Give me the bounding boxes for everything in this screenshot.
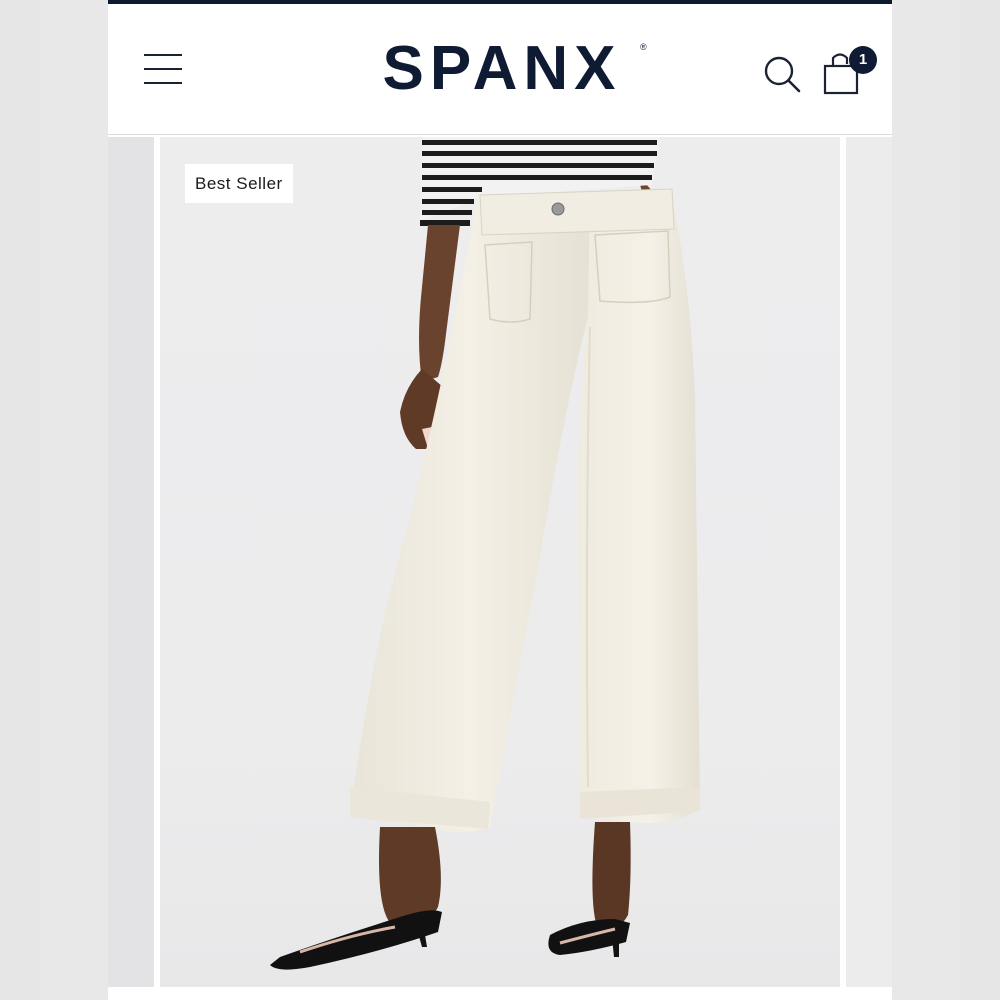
cart-count-badge: 1 — [849, 46, 877, 74]
hamburger-menu-icon[interactable] — [144, 54, 182, 84]
shopping-bag-icon[interactable]: 1 — [822, 44, 877, 96]
page-background: SPANX ® 1 Best Seller — [0, 0, 1000, 1000]
brand-logo[interactable]: SPANX — [352, 34, 652, 104]
previous-slide-peek[interactable] — [108, 137, 154, 987]
product-image[interactable]: Best Seller — [160, 137, 840, 987]
mobile-page: SPANX ® 1 Best Seller — [108, 0, 892, 1000]
site-header: SPANX ® 1 — [108, 4, 892, 135]
next-slide-peek[interactable] — [846, 137, 892, 987]
search-icon[interactable] — [762, 54, 802, 94]
best-seller-badge: Best Seller — [185, 164, 293, 203]
product-photo — [270, 137, 700, 970]
registered-mark: ® — [640, 42, 647, 52]
product-image-gallery[interactable]: Best Seller — [108, 135, 892, 987]
content-below-fold — [108, 988, 892, 1000]
